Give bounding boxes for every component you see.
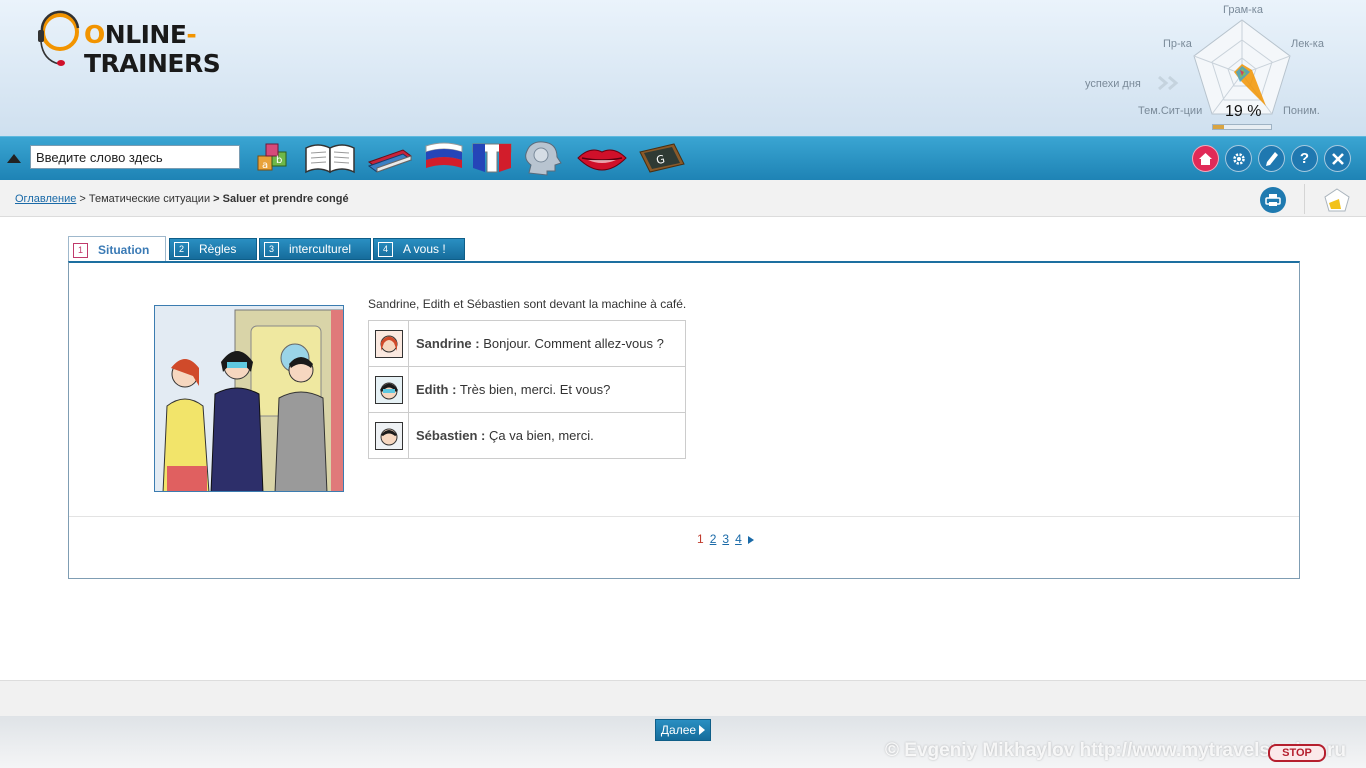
radar-label-thematic: Тем.Сит-ции	[1138, 105, 1203, 117]
pen-icon	[1265, 151, 1278, 166]
avatar-cell	[368, 412, 409, 459]
page-link-4[interactable]: 4	[735, 532, 742, 546]
dialog-line-cell: Edith : Très bien, merci. Et vous?	[408, 366, 686, 413]
edit-button[interactable]	[1258, 145, 1285, 172]
online-trainers-logo[interactable]: ONLINE-TRAINERS	[36, 10, 286, 78]
panel-divider	[69, 516, 1299, 517]
dialog-line-cell: Sébastien : Ça va bien, merci.	[408, 412, 686, 459]
chevrons-right-icon	[1158, 76, 1179, 90]
tab-situation[interactable]: 1 Situation	[68, 236, 166, 263]
open-book-icon[interactable]	[304, 138, 356, 178]
home-icon	[1199, 152, 1212, 165]
toolbar: a b	[0, 136, 1366, 180]
speaker-name: Sandrine :	[416, 336, 480, 351]
svg-text:b: b	[276, 155, 282, 166]
tab-number: 1	[73, 242, 88, 258]
alphabet-blocks-icon[interactable]: a b	[248, 138, 300, 178]
tab-label: A vous !	[403, 242, 446, 256]
russian-flag-icon[interactable]	[418, 138, 470, 178]
speaker-name: Sébastien :	[416, 428, 486, 443]
eraser-icon	[1324, 188, 1350, 212]
page-link-2[interactable]: 2	[710, 532, 717, 546]
breadcrumb-bar: Оглавление > Тематические ситуации > Sal…	[0, 180, 1366, 217]
breadcrumb-separator: >	[210, 193, 223, 205]
tab-label: Situation	[98, 243, 150, 257]
page-current: 1	[697, 532, 704, 546]
breadcrumb: Оглавление > Тематические ситуации > Sal…	[15, 193, 349, 205]
breadcrumb-separator: >	[76, 193, 89, 205]
next-button-label: Далее	[660, 723, 697, 737]
books-icon[interactable]	[364, 138, 416, 178]
help-icon: ?	[1299, 150, 1310, 167]
tab-number: 2	[174, 241, 189, 257]
content-panel: Sandrine, Edith et Sébastien sont devant…	[68, 261, 1300, 579]
edith-avatar-icon	[374, 375, 403, 404]
pagination: 1234	[697, 532, 754, 546]
dialog-line-cell: Sandrine : Bonjour. Comment allez-vous ?	[408, 320, 686, 367]
lips-icon[interactable]	[576, 138, 628, 178]
page-link-3[interactable]: 3	[722, 532, 729, 546]
sebastien-avatar-icon	[374, 421, 403, 450]
dialog-row: Sandrine : Bonjour. Comment allez-vous ?	[368, 320, 686, 367]
radar-label-pronunciation: Пр-ка	[1163, 38, 1192, 50]
breadcrumb-middle: Тематические ситуации	[88, 193, 211, 205]
avatar-cell	[368, 366, 409, 413]
logo-text: ONLINE-TRAINERS	[84, 20, 221, 78]
sandrine-avatar-icon	[374, 329, 403, 358]
breadcrumb-current: Saluer et prendre congé	[222, 193, 349, 205]
header: ONLINE-TRAINERS Грам-ка Пр-ка Лек-ка усп…	[0, 0, 1366, 136]
footer-strip	[0, 680, 1366, 716]
settings-icon	[1232, 152, 1245, 165]
tab-a-vous[interactable]: 4 A vous !	[373, 238, 465, 260]
next-page-arrow-icon[interactable]	[747, 535, 754, 544]
situation-intro-text: Sandrine, Edith et Sébastien sont devant…	[368, 297, 687, 311]
tab-label: interculturel	[289, 242, 352, 256]
word-search-input[interactable]	[30, 145, 240, 169]
print-button[interactable]	[1260, 187, 1286, 213]
stop-label: STOP	[1282, 747, 1312, 759]
dialog-table: Sandrine : Bonjour. Comment allez-vous ?…	[368, 320, 686, 459]
close-button[interactable]	[1324, 145, 1351, 172]
dialog-line: Bonjour. Comment allez-vous ?	[479, 336, 664, 351]
eraser-button[interactable]	[1322, 186, 1352, 214]
dialog-line: Très bien, merci. Et vous?	[456, 382, 611, 397]
french-flag-icon[interactable]	[466, 138, 518, 178]
dialog-row: Edith : Très bien, merci. Et vous?	[368, 366, 686, 413]
printer-icon	[1265, 194, 1281, 206]
tab-label: Règles	[199, 242, 237, 256]
radar-label-lexicon: Лек-ка	[1291, 38, 1324, 50]
chalkboard-icon[interactable]: G	[636, 138, 688, 178]
head-brain-icon[interactable]	[516, 138, 568, 178]
home-button[interactable]	[1192, 145, 1219, 172]
coffee-machine-illustration	[154, 305, 344, 492]
svg-text:a: a	[262, 160, 268, 171]
tab-interculturel[interactable]: 3 interculturel	[259, 238, 371, 260]
next-button[interactable]: Далее	[655, 719, 711, 741]
radar-label-daily-success: успехи дня	[1085, 78, 1141, 90]
help-button[interactable]: ?	[1291, 145, 1318, 172]
breadcrumb-divider	[1304, 184, 1305, 214]
speaker-name: Edith :	[416, 382, 457, 397]
collapse-triangle-icon[interactable]	[7, 154, 21, 163]
tab-number: 4	[378, 241, 393, 257]
avatar-cell	[368, 320, 409, 367]
dialog-line: Ça va bien, merci.	[485, 428, 594, 443]
settings-button[interactable]	[1225, 145, 1252, 172]
breadcrumb-root-link[interactable]: Оглавление	[15, 193, 76, 205]
progress-bar	[1212, 124, 1272, 130]
radar-label-comprehension: Поним.	[1283, 105, 1320, 117]
close-icon	[1331, 152, 1344, 165]
stop-button[interactable]: STOP	[1268, 744, 1326, 762]
tab-number: 3	[264, 241, 279, 257]
dialog-row: Sébastien : Ça va bien, merci.	[368, 412, 686, 459]
progress-bar-fill	[1213, 125, 1225, 129]
progress-percent: 19 %	[1225, 103, 1262, 120]
radar-label-grammar: Грам-ка	[1223, 4, 1263, 16]
tab-regles[interactable]: 2 Règles	[169, 238, 257, 260]
play-arrow-icon	[699, 725, 706, 735]
